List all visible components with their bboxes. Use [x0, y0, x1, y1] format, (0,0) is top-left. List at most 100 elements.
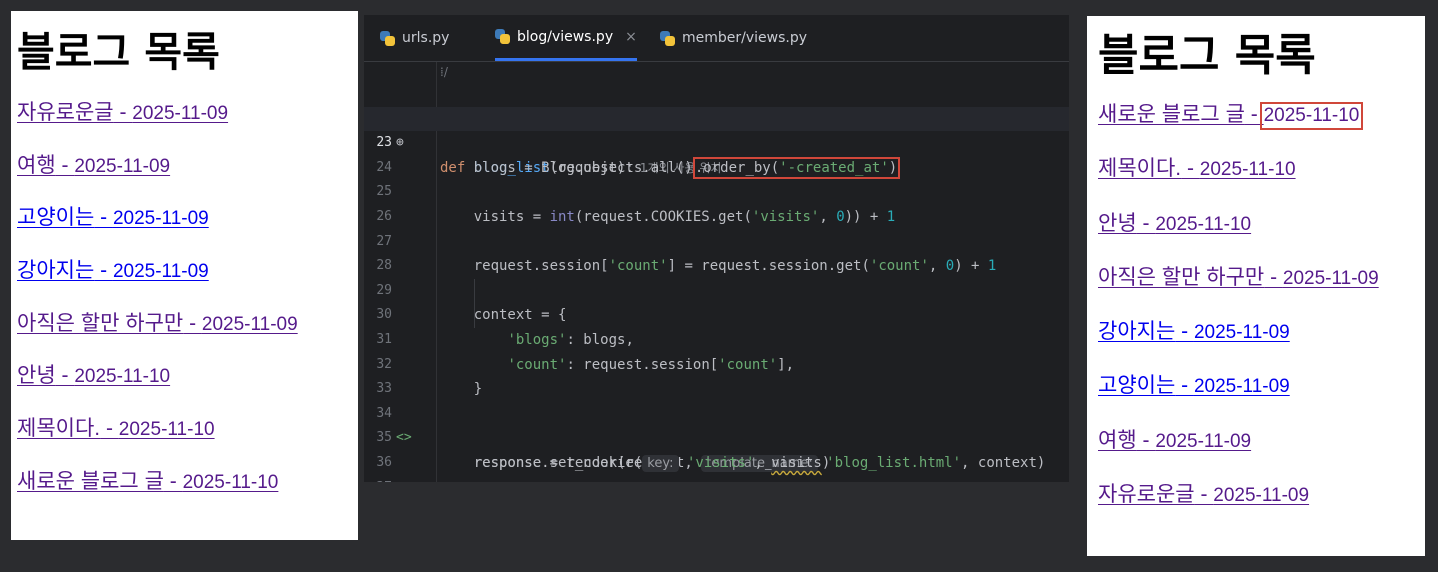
post-date: 2025-11-10 — [1199, 159, 1296, 181]
list-item: 자유로운글 - 2025-11-09 — [1098, 478, 1425, 532]
code-line: 30 'blogs': blogs, — [364, 279, 1069, 348]
separator: - — [1194, 483, 1214, 507]
close-icon[interactable]: × — [625, 29, 637, 45]
code-line: 26 — [364, 180, 1069, 224]
post-date: 2025-11-09 — [1155, 430, 1252, 452]
list-item: 제목이다. - 2025-11-10 — [1098, 152, 1425, 206]
separator: - — [1136, 428, 1156, 452]
post-title: 고양이는 — [17, 206, 95, 230]
blog-post-link[interactable]: 여행 - 2025-11-09 — [1098, 429, 1252, 452]
blog-post-link[interactable]: 고양이는 - 2025-11-09 — [17, 206, 209, 230]
list-item: 여행 - 2025-11-09 — [17, 149, 358, 202]
blog-post-link[interactable]: 새로운 블로그 글 - 2025-11-10 — [17, 470, 279, 493]
code-editor-window: urls.py blog/views.py × member/views.py … — [364, 15, 1069, 482]
post-title: 강아지는 — [1098, 320, 1176, 344]
post-title: 여행 — [17, 153, 56, 177]
left-blog-page: 블로그 목록 자유로운글 - 2025-11-09 여행 - 2025-11-09… — [11, 11, 358, 540]
separator: - — [100, 417, 119, 441]
post-title: 강아지는 — [17, 259, 95, 283]
post-title: 새로운 블로그 글 — [17, 469, 164, 493]
blog-post-link[interactable]: 아직은 할만 하구만 - 2025-11-09 — [17, 312, 298, 335]
tab-urls-py[interactable]: urls.py — [380, 15, 449, 61]
indent-guide — [474, 278, 475, 328]
post-title: 제목이다. — [1098, 157, 1182, 181]
post-date-highlighted: 2025-11-10 — [1259, 102, 1364, 130]
blog-post-link[interactable]: 제목이다. - 2025-11-10 — [17, 417, 215, 441]
blog-post-link[interactable]: 고양이는 - 2025-11-09 — [1098, 374, 1290, 398]
blog-post-link[interactable]: 제목이다. - 2025-11-10 — [1098, 157, 1296, 181]
list-item: 고양이는 - 2025-11-09 — [1098, 369, 1425, 423]
blog-post-link[interactable]: 여행 - 2025-11-09 — [17, 154, 170, 177]
list-item: 제목이다. - 2025-11-10 — [17, 412, 358, 465]
list-item: 안녕 - 2025-11-10 — [17, 359, 358, 412]
list-item: 여행 - 2025-11-09 — [1098, 424, 1425, 478]
post-title: 안녕 — [1098, 211, 1137, 235]
tab-label: member/views.py — [682, 30, 808, 46]
blog-post-link[interactable]: 자유로운글 - 2025-11-09 — [1098, 483, 1309, 506]
code-area[interactable]: ⁞/ 22 ⊕ def blog_list(request):1개의 사용 위치… — [364, 62, 1069, 482]
blog-post-link[interactable]: 강아지는 - 2025-11-09 — [1098, 320, 1290, 343]
code-line: 35 response.set_cookie(key: 'visits', vi… — [364, 402, 1069, 472]
code-line: 37 return response — [364, 451, 1069, 482]
post-date: 2025-11-09 — [201, 313, 298, 335]
post-list: 자유로운글 - 2025-11-09 여행 - 2025-11-09 고양이는 - … — [17, 96, 358, 518]
blog-post-link[interactable]: 새로운 블로그 글 - 2025-11-10 — [1098, 102, 1364, 130]
post-title: 자유로운글 — [17, 101, 114, 124]
separator: - — [1181, 157, 1200, 181]
blog-post-link[interactable]: 안녕 - 2025-11-10 — [1098, 212, 1252, 235]
post-title: 고양이는 — [1098, 374, 1176, 398]
post-date: 2025-11-10 — [118, 419, 215, 441]
post-date: 2025-11-10 — [74, 366, 171, 388]
right-blog-page: 블로그 목록 새로운 블로그 글 - 2025-11-10 제목이다. - 202… — [1087, 16, 1425, 556]
post-title: 새로운 블로그 글 — [1098, 103, 1245, 126]
context-marker: ⁞/ — [440, 65, 448, 79]
separator: - — [55, 364, 75, 388]
blog-post-link[interactable]: 아직은 할만 하구만 - 2025-11-09 — [1098, 266, 1379, 289]
post-title: 제목이다. — [17, 417, 101, 441]
code-line: 29 context = { — [364, 254, 1069, 324]
post-date: 2025-11-09 — [1193, 376, 1290, 398]
blog-post-link[interactable]: 안녕 - 2025-11-10 — [17, 364, 171, 388]
separator: - — [55, 153, 75, 177]
line-number: 37 — [364, 476, 392, 482]
post-date: 2025-11-09 — [132, 103, 229, 124]
post-title: 안녕 — [17, 364, 56, 388]
post-list: 새로운 블로그 글 - 2025-11-10 제목이다. - 2025-11-10… — [1098, 98, 1425, 532]
list-item: 새로운 블로그 글 - 2025-11-10 — [17, 465, 358, 518]
code-line: 27 request.session['count'] = request.se… — [364, 205, 1069, 275]
post-date: 2025-11-10 — [182, 471, 279, 493]
python-file-icon — [660, 30, 675, 46]
separator: - — [113, 101, 133, 124]
post-date: 2025-11-09 — [112, 261, 209, 283]
post-date: 2025-11-09 — [112, 208, 209, 230]
post-date: 2025-11-10 — [1155, 213, 1252, 235]
editor-tab-bar: urls.py blog/views.py × member/views.py — [364, 15, 1069, 62]
tab-label: blog/views.py — [517, 28, 614, 45]
code-line: 24 — [364, 131, 1069, 175]
code-line: 36 — [364, 426, 1069, 470]
list-item: 아직은 할만 하구만 - 2025-11-09 — [1098, 261, 1425, 315]
list-item: 새로운 블로그 글 - 2025-11-10 — [1098, 98, 1425, 152]
list-item: 아직은 할만 하구만 - 2025-11-09 — [17, 307, 358, 360]
code-line: 28 — [364, 230, 1069, 273]
list-item: 고양이는 - 2025-11-09 — [17, 201, 358, 254]
separator: - — [94, 259, 113, 283]
list-item: 강아지는 - 2025-11-09 — [1098, 315, 1425, 369]
code-line: 25 visits = int(request.COOKIES.get('vis… — [364, 156, 1069, 225]
tab-blog-views-py[interactable]: blog/views.py × — [495, 15, 637, 61]
separator: - — [1175, 320, 1194, 344]
code-line: 22 ⊕ def blog_list(request):1개의 사용 위치 — [364, 82, 1069, 176]
post-title: 아직은 할만 하구만 — [1098, 265, 1265, 289]
post-title: 자유로운글 — [1098, 483, 1195, 507]
page-title: 블로그 목록 — [17, 28, 220, 76]
post-date: 2025-11-09 — [1282, 267, 1379, 289]
post-title: 아직은 할만 하구만 — [17, 311, 184, 335]
blog-post-link[interactable]: 강아지는 - 2025-11-09 — [17, 259, 209, 283]
tab-member-views-py[interactable]: member/views.py — [660, 15, 807, 61]
blog-post-link[interactable]: 자유로운글 - 2025-11-09 — [17, 101, 229, 124]
separator: - — [1136, 211, 1156, 235]
separator: - — [94, 206, 113, 230]
python-file-icon — [380, 30, 395, 46]
list-item: 안녕 - 2025-11-10 — [1098, 207, 1425, 261]
separator: - — [163, 469, 183, 493]
